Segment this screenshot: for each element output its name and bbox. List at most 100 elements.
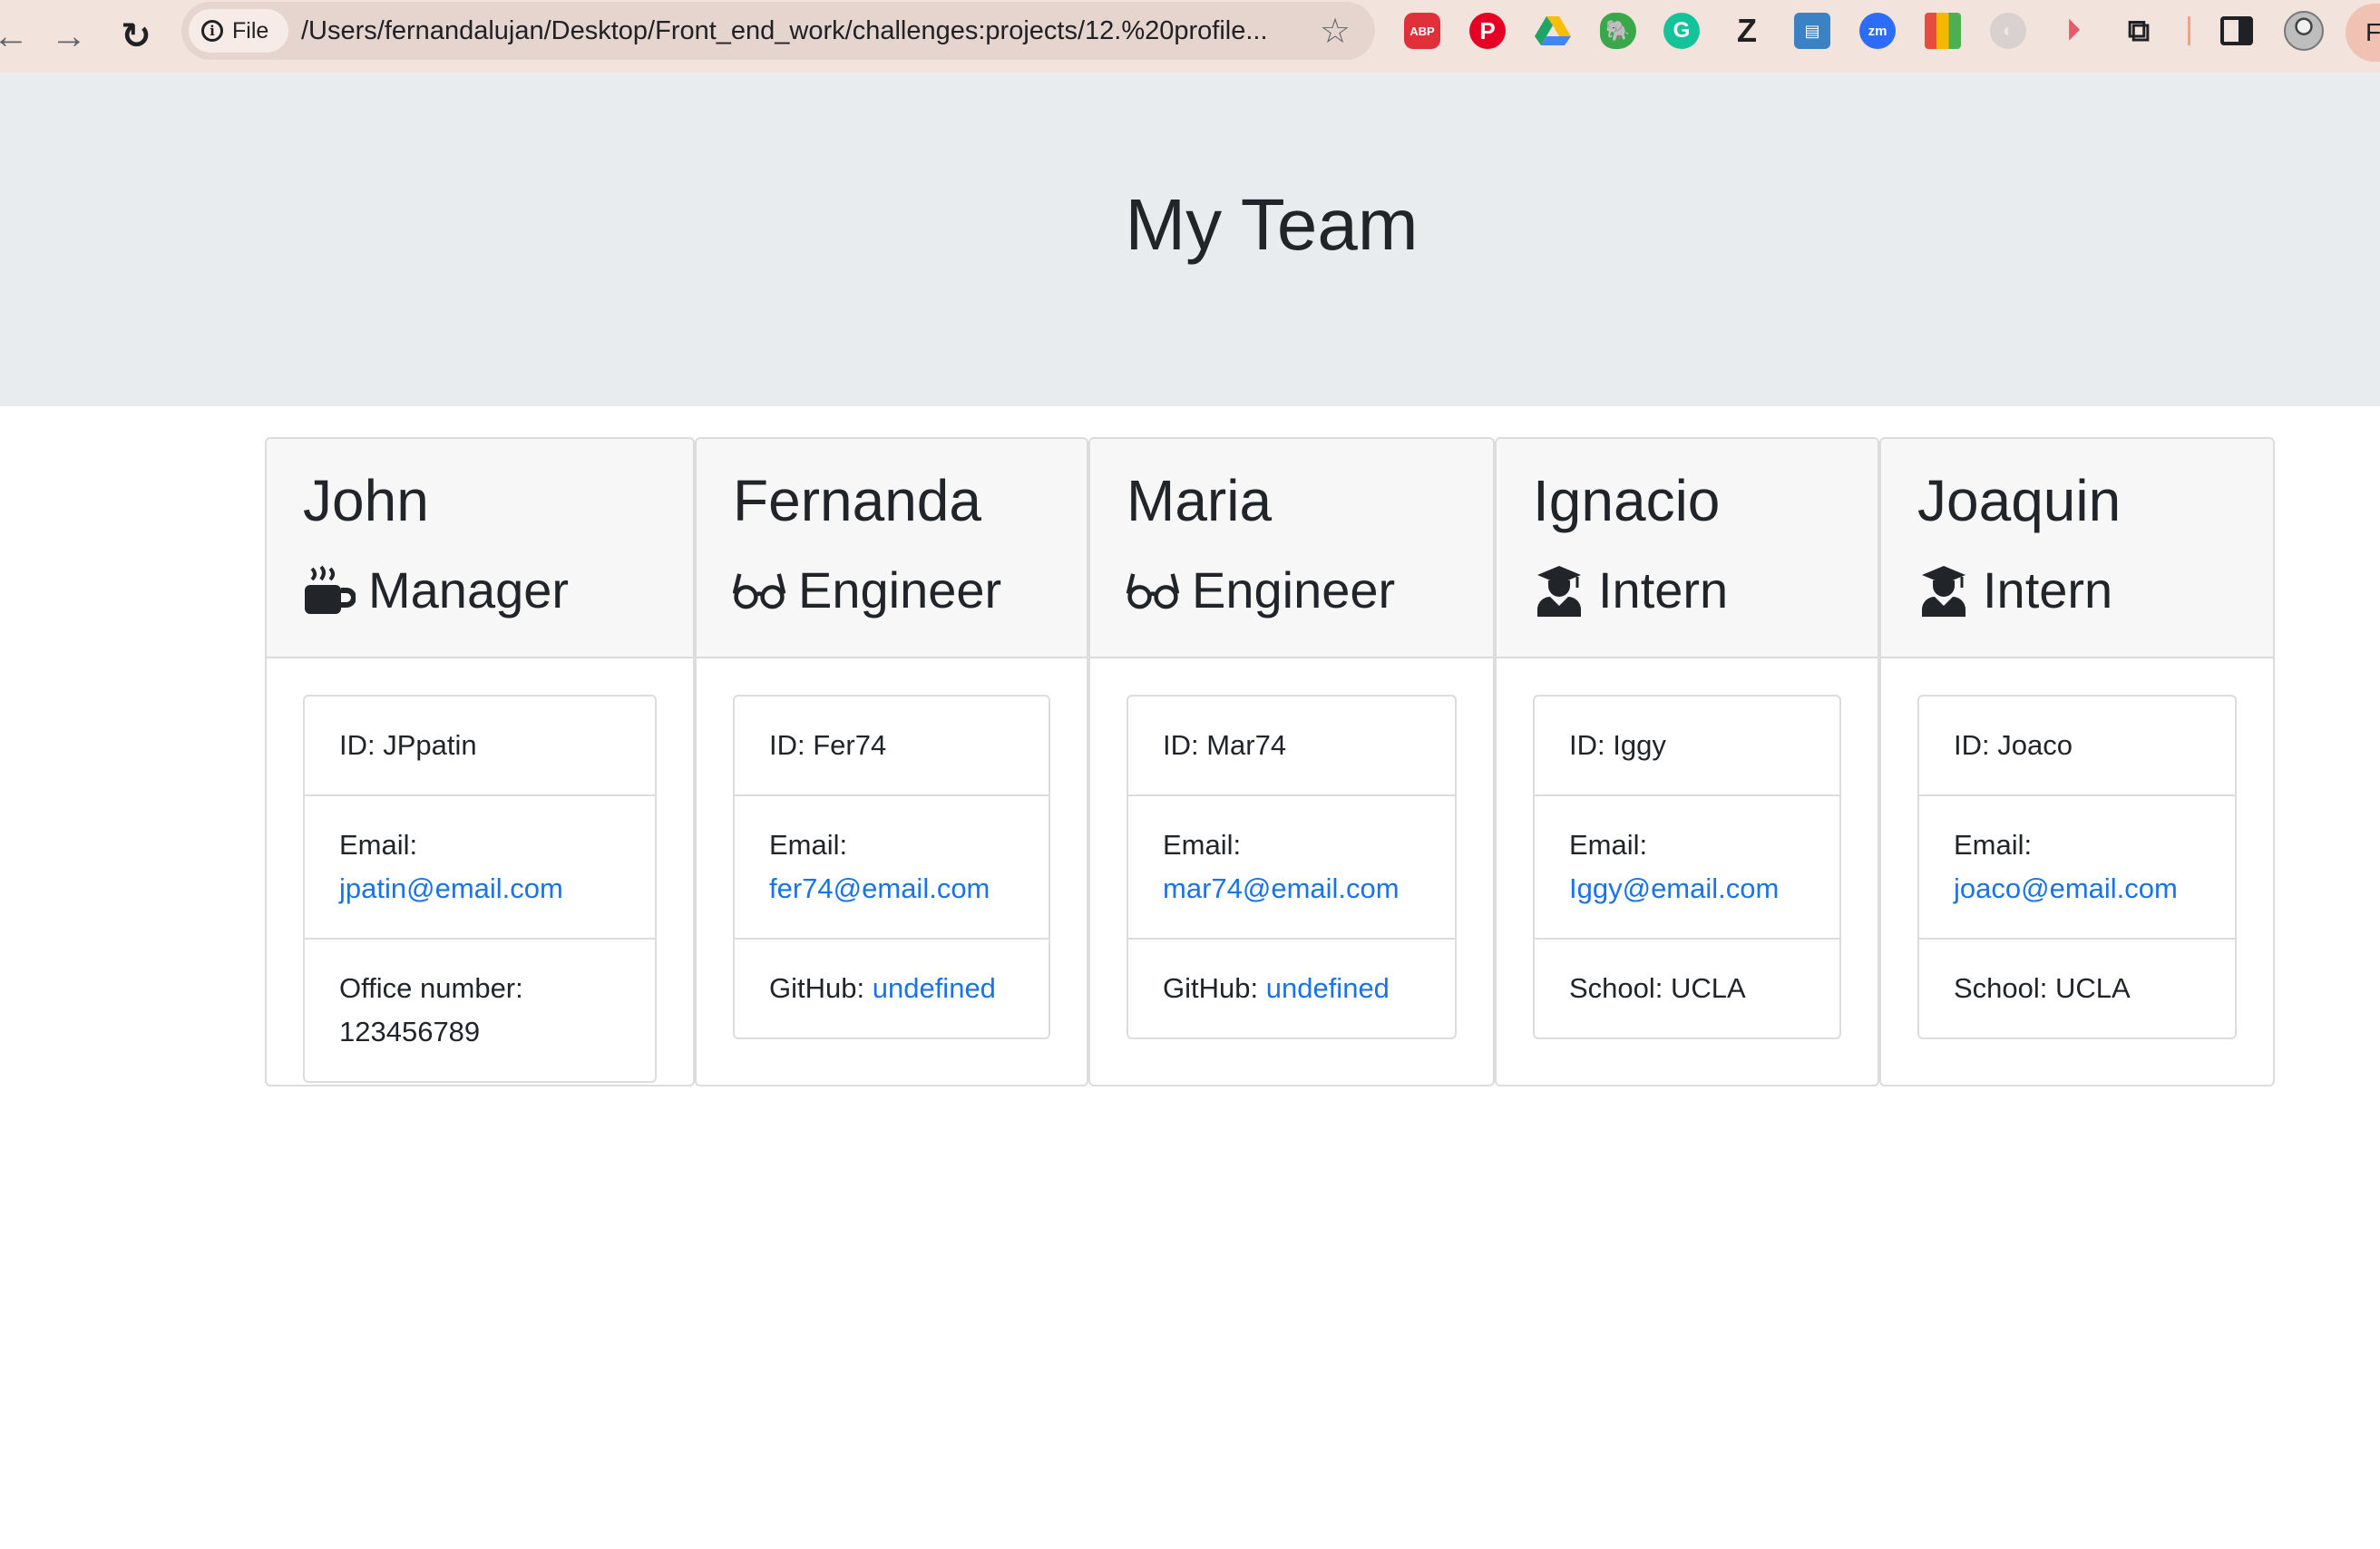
profile-chip[interactable]: F [2346,4,2380,62]
employee-card: Maria Engineer ID: Mar74 Email: mar74@em… [1088,437,1495,1086]
employee-role: Intern [1917,564,2273,617]
google-drive-icon[interactable] [1535,13,1571,49]
screen-recorder-icon[interactable]: ⏵ [2055,13,2092,49]
back-arrow-icon[interactable]: ← [0,11,36,62]
employee-name: Fernanda [733,468,981,533]
glasses-icon [1127,564,1179,617]
github-link[interactable]: undefined [1266,972,1390,1004]
role-label: Engineer [798,561,1002,619]
employee-card: Joaquin Intern ID: Joaco Email: joaco@em… [1879,437,2275,1086]
id-text: ID: JPpatin [339,729,477,761]
card-header: Maria Engineer [1090,439,1493,658]
employee-name: Maria [1127,468,1273,533]
bookmark-star-icon[interactable]: ☆ [1315,11,1355,51]
role-label: Manager [368,561,570,619]
glasses-icon [733,564,785,617]
grammarly-icon[interactable]: G [1663,13,1700,49]
list-item: Email: jpatin@email.com [305,796,655,940]
info-icon: i [201,20,223,42]
email-link[interactable]: joaco@email.com [1954,872,2178,904]
list-item: ID: JPpatin [305,697,655,796]
graduate-icon [1533,564,1585,617]
site-info-chip[interactable]: i File [189,9,288,53]
address-bar[interactable]: i File /Users/fernandalujan/Desktop/Fron… [181,2,1375,60]
zotero-icon[interactable]: Z [1729,12,1765,49]
side-panel-icon[interactable] [2220,16,2253,45]
reader-icon[interactable]: ▤ [1794,13,1830,49]
list-item: ID: Fer74 [735,697,1049,796]
email-label: Email: [769,829,848,861]
github-link[interactable]: undefined [873,972,996,1004]
forward-arrow-icon[interactable]: → [44,11,94,62]
list-item: Office number: 123456789 [305,940,655,1081]
details-list: ID: Fer74 Email: fer74@email.com GitHub:… [733,695,1050,1039]
employee-name: Joaquin [1917,468,2122,533]
puzzle-extensions-icon[interactable]: ⧉ [2121,13,2157,49]
details-list: ID: JPpatin Email: jpatin@email.com Offi… [303,695,657,1083]
abp-icon[interactable]: ABP [1404,13,1440,49]
office-number-value: 123456789 [339,1016,481,1047]
color-grid-icon[interactable] [1925,13,1961,49]
email-link[interactable]: mar74@email.com [1163,872,1400,904]
list-item: ID: Iggy [1535,697,1839,796]
email-link[interactable]: jpatin@email.com [339,872,563,904]
employee-role: Engineer [1127,564,1493,617]
list-item: Email: joaco@email.com [1919,796,2235,940]
card-header: John Manager [267,439,693,658]
details-list: ID: Iggy Email: Iggy@email.com School: U… [1533,695,1841,1039]
list-item: School: UCLA [1535,940,1839,1038]
email-link[interactable]: Iggy@email.com [1569,872,1779,904]
card-header: Joaquin Intern [1881,439,2273,658]
reload-icon[interactable]: ↻ [111,11,161,62]
email-label: Email: [339,829,418,861]
card-header: Ignacio Intern [1497,439,1878,658]
email-label: Email: [1569,829,1648,861]
id-text: ID: Fer74 [769,729,887,761]
role-label: Intern [1983,561,2113,619]
role-label: Engineer [1192,561,1396,619]
employee-name: Ignacio [1533,468,1721,533]
github-label: GitHub: [769,972,865,1004]
role-label: Intern [1598,561,1729,619]
email-label: Email: [1163,829,1242,861]
ghost-icon[interactable]: ◐ [1990,13,2026,49]
list-item: GitHub: undefined [735,940,1049,1038]
list-item: ID: Joaco [1919,697,2235,796]
id-text: ID: Mar74 [1163,729,1287,761]
employee-card: Ignacio Intern ID: Iggy Email: Iggy@emai… [1495,437,1879,1086]
email-link[interactable]: fer74@email.com [769,872,990,904]
graduate-icon [1917,564,1970,617]
zoom-icon[interactable]: zm [1859,13,1896,49]
list-item: School: UCLA [1919,940,2235,1038]
school-text: School: UCLA [1569,972,1746,1004]
employee-card: John Manager ID: JPpatin Email: jpatin@e… [265,437,695,1086]
employee-role: Engineer [733,564,1087,617]
school-text: School: UCLA [1954,972,2131,1004]
evernote-icon[interactable]: 🐘 [1600,13,1636,49]
list-item: ID: Mar74 [1128,697,1455,796]
list-item: Email: mar74@email.com [1128,796,1455,940]
employee-role: Manager [303,564,693,617]
url-text[interactable]: /Users/fernandalujan/Desktop/Front_end_w… [301,2,1281,60]
site-chip-label: File [232,17,269,44]
id-text: ID: Iggy [1569,729,1666,761]
github-label: GitHub: [1163,972,1259,1004]
pinterest-icon[interactable]: P [1469,13,1506,49]
page-title: My Team [1125,184,1419,265]
employee-role: Intern [1533,564,1878,617]
details-list: ID: Joaco Email: joaco@email.com School:… [1917,695,2237,1039]
list-item: Email: Iggy@email.com [1535,796,1839,940]
avatar[interactable] [2284,11,2324,51]
office-number-label: Office number: [339,972,523,1004]
list-item: GitHub: undefined [1128,940,1455,1038]
employee-name: John [303,468,429,533]
profile-initial: F [2365,18,2380,46]
list-item: Email: fer74@email.com [735,796,1049,940]
card-header: Fernanda Engineer [697,439,1087,658]
employee-card: Fernanda Engineer ID: Fer74 Email: fer74… [695,437,1088,1086]
id-text: ID: Joaco [1954,729,2073,761]
email-label: Email: [1954,829,2033,861]
coffee-mug-icon [303,564,356,617]
toolbar-divider [2188,16,2190,45]
details-list: ID: Mar74 Email: mar74@email.com GitHub:… [1127,695,1457,1039]
